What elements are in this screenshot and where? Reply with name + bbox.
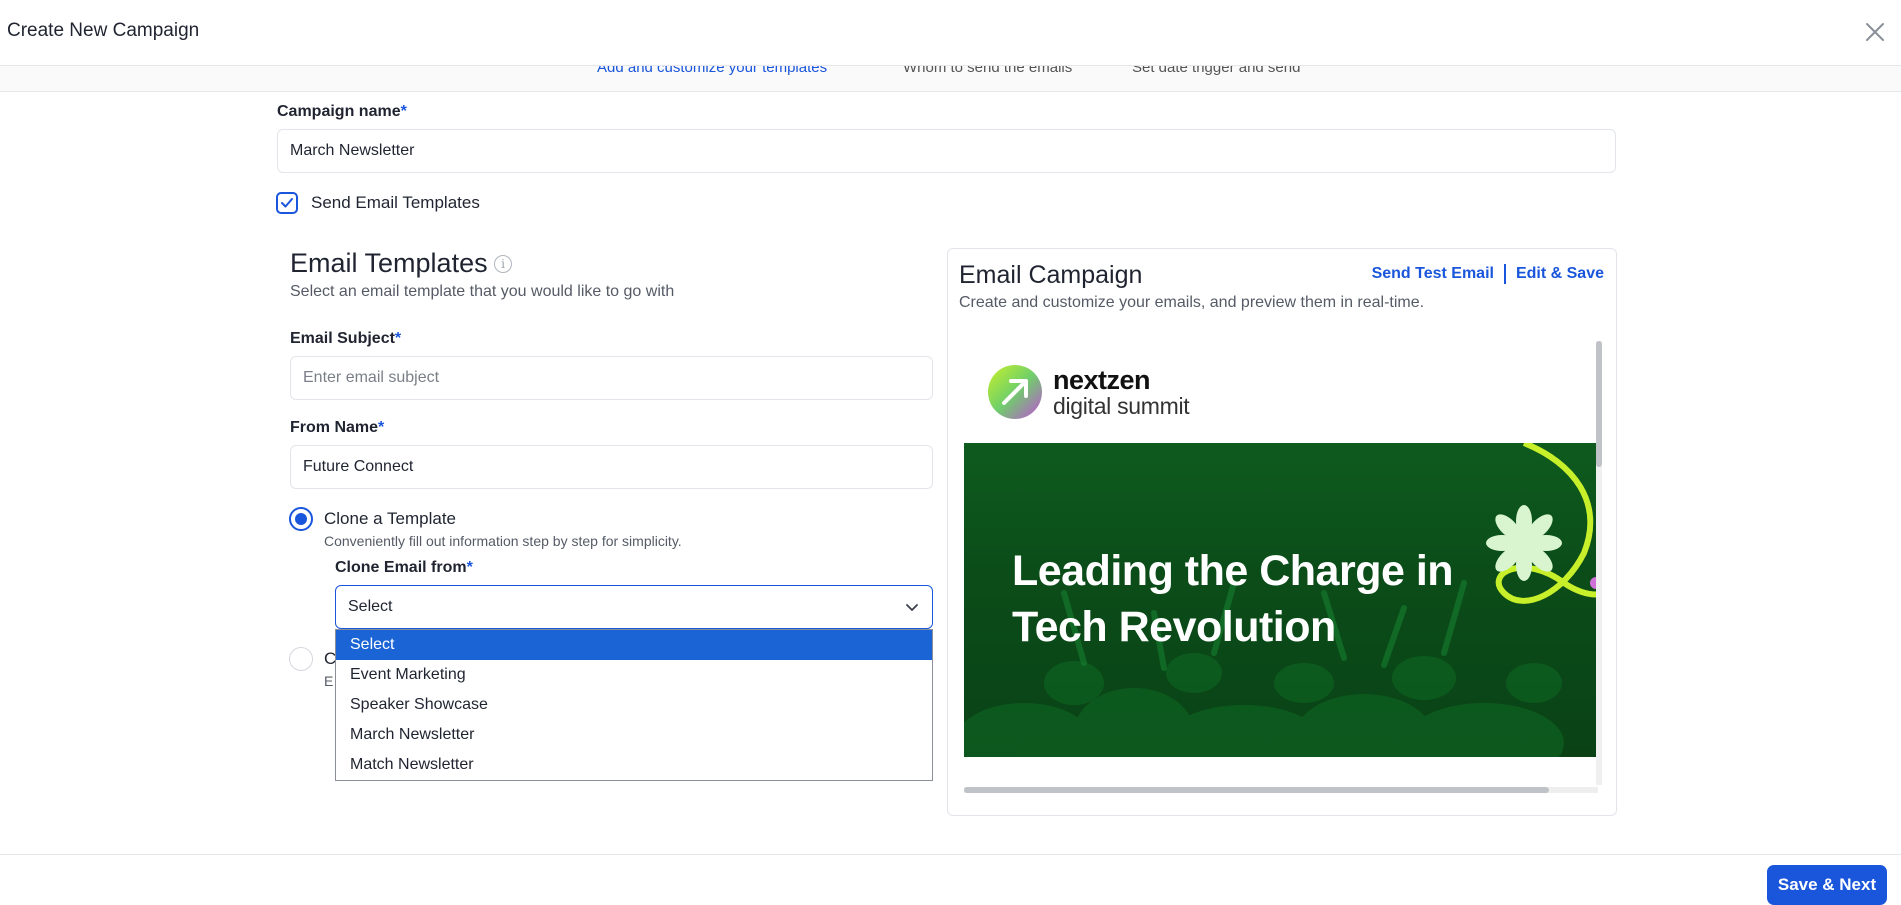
email-preview-frame[interactable]: nextzen digital summit Leading the Charg… [964, 341, 1598, 785]
email-subject-placeholder: Enter email subject [303, 369, 440, 386]
brand-name: nextzen [1053, 365, 1151, 395]
clone-email-dropdown[interactable]: Select Event Marketing Speaker Showcase Mar… [335, 629, 933, 781]
required-mark: * [400, 103, 407, 120]
dropdown-option[interactable]: Speaker Showcase [336, 690, 932, 720]
email-preview-panel: Email Campaign Send Test Email Edit & Sa… [947, 248, 1617, 816]
required-mark: * [466, 559, 473, 576]
campaign-name-value: March Newsletter [290, 142, 415, 159]
footer-divider [0, 854, 1901, 855]
banner-headline: Leading the Charge in Tech Revolution [1012, 547, 1454, 651]
preview-vertical-scrollbar[interactable] [1596, 341, 1602, 785]
send-templates-label[interactable]: Send Email Templates [311, 193, 480, 213]
clone-template-radio[interactable] [289, 507, 313, 531]
email-templates-title: Email Templates [290, 248, 488, 278]
second-option-radio[interactable] [289, 647, 313, 671]
divider [1503, 264, 1506, 284]
chevron-down-icon [906, 604, 918, 611]
email-templates-subtitle: Select an email template that you would … [290, 283, 675, 300]
second-option-description: E [324, 673, 334, 689]
email-subject-input[interactable]: Enter email subject [290, 356, 933, 400]
stepper: Add and customize your templates Whom to… [0, 66, 1901, 92]
edit-save-link[interactable]: Edit & Save [1516, 265, 1604, 283]
dropdown-option[interactable]: Select [336, 630, 932, 660]
email-subject-label: Email Subject* [290, 330, 401, 348]
modal-header: Create New Campaign [0, 0, 1901, 66]
campaign-name-input[interactable]: March Newsletter [277, 129, 1616, 173]
modal-title: Create New Campaign [7, 20, 200, 41]
step-3-description[interactable]: Set date trigger and send [1132, 66, 1300, 76]
from-name-label-text: From Name [290, 419, 379, 436]
email-subject-label-text: Email Subject [290, 330, 395, 347]
scroll-thumb[interactable] [964, 787, 1549, 793]
preview-actions: Send Test Email Edit & Save [1372, 264, 1604, 284]
clone-template-description: Conveniently fill out information step b… [324, 533, 682, 549]
preview-subtitle: Create and customize your emails, and pr… [959, 294, 1425, 311]
from-name-input[interactable]: Future Connect [290, 445, 933, 489]
radio-dot [295, 513, 307, 525]
send-templates-checkbox[interactable] [276, 192, 298, 214]
save-next-button[interactable]: Save & Next [1767, 865, 1887, 905]
brand-logo-icon [988, 365, 1042, 419]
campaign-name-label: Campaign name* [277, 103, 407, 121]
from-name-value: Future Connect [303, 458, 414, 475]
required-mark: * [378, 419, 385, 436]
step-2-description[interactable]: Whom to send the emails [903, 66, 1072, 76]
scroll-thumb[interactable] [1596, 341, 1602, 467]
dropdown-option[interactable]: March Newsletter [336, 720, 932, 750]
dropdown-option[interactable]: Event Marketing [336, 660, 932, 690]
preview-horizontal-scrollbar[interactable] [964, 787, 1598, 793]
clone-template-label[interactable]: Clone a Template [324, 509, 456, 529]
dropdown-option[interactable]: Match Newsletter [336, 750, 932, 780]
send-test-email-link[interactable]: Send Test Email [1372, 265, 1494, 283]
email-banner: Leading the Charge in Tech Revolution [964, 443, 1598, 757]
info-icon[interactable]: i [494, 255, 512, 273]
brand-subtitle: digital summit [1053, 393, 1190, 419]
close-icon[interactable] [1863, 20, 1887, 44]
campaign-name-label-text: Campaign name [277, 103, 401, 120]
step-1-description[interactable]: Add and customize your templates [597, 66, 827, 76]
from-name-label: From Name* [290, 419, 384, 437]
check-icon [281, 198, 293, 208]
clone-email-select[interactable]: Select [335, 585, 933, 629]
clone-from-label: Clone Email from* [335, 559, 473, 577]
clone-from-label-text: Clone Email from [335, 559, 467, 576]
clone-select-value: Select [348, 598, 393, 615]
required-mark: * [394, 330, 402, 347]
preview-title: Email Campaign [959, 261, 1143, 289]
